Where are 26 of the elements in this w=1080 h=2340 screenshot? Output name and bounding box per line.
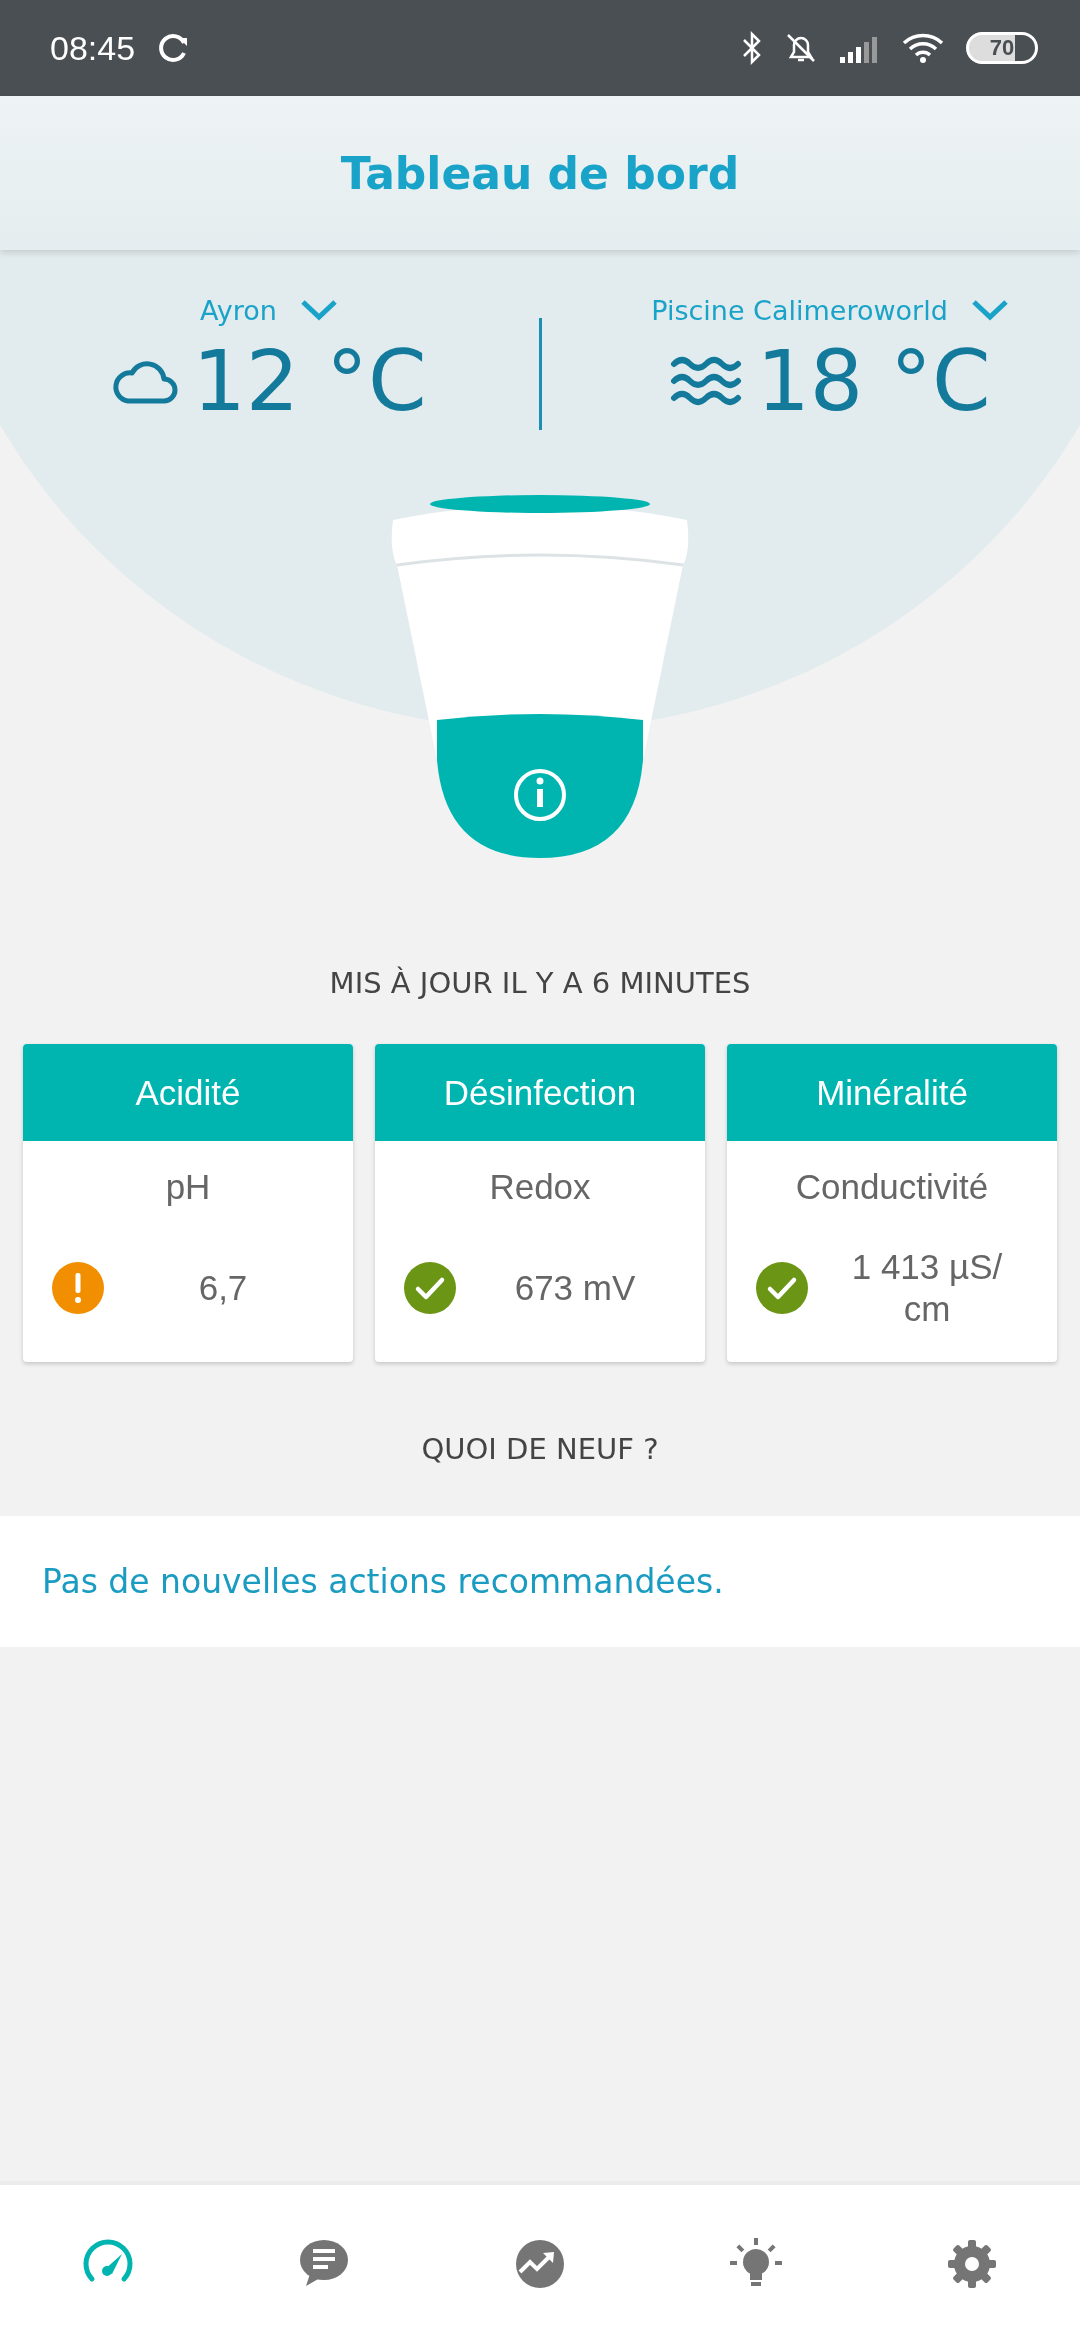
card-header: Acidité bbox=[23, 1044, 353, 1141]
battery-level: 70 bbox=[966, 32, 1038, 64]
update-status: MIS À JOUR IL Y A 6 MINUTES bbox=[328, 966, 752, 1000]
measure-name: Conductivité bbox=[794, 1167, 990, 1207]
news-message: Pas de nouvelles actions recommandées. bbox=[42, 1562, 724, 1601]
location-name: Piscine Calimeroworld bbox=[651, 294, 948, 326]
wifi-icon bbox=[902, 32, 944, 64]
measurement-card[interactable]: Désinfection Redox 673 mV bbox=[375, 1044, 705, 1362]
card-header: Minéralité bbox=[727, 1044, 1057, 1141]
measure-name: Redox bbox=[488, 1167, 592, 1207]
info-icon[interactable] bbox=[514, 769, 566, 821]
measure-value: 673 mV bbox=[513, 1267, 637, 1309]
card-header: Désinfection bbox=[375, 1044, 705, 1141]
bluetooth-icon bbox=[742, 31, 762, 65]
measure-name: pH bbox=[164, 1167, 212, 1207]
measurement-card[interactable]: Minéralité Conductivité 1 413 µS/ cm bbox=[727, 1044, 1057, 1362]
temperature: 12 °C bbox=[192, 331, 427, 430]
temperature: 18 °C bbox=[756, 331, 991, 430]
measure-value: 1 413 µS/ cm bbox=[850, 1246, 1004, 1330]
measure-value: 6,7 bbox=[197, 1267, 249, 1309]
location-name: Ayron bbox=[200, 294, 277, 326]
measurement-card[interactable]: Acidité pH 6,7 bbox=[23, 1044, 353, 1362]
page-title: Tableau de bord bbox=[340, 147, 740, 199]
section-heading: QUOI DE NEUF ? bbox=[420, 1432, 660, 1466]
sync-icon bbox=[157, 32, 190, 64]
clock: 08:45 bbox=[50, 28, 136, 68]
